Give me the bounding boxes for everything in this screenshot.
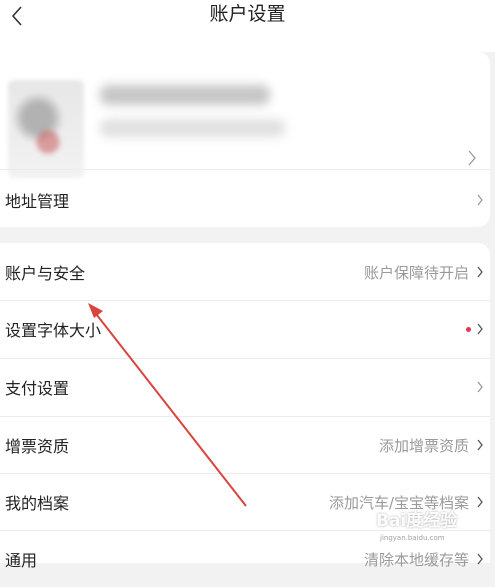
row-label: 设置字体大小	[5, 321, 102, 340]
chevron-right-icon	[468, 150, 476, 166]
chevron-right-icon	[477, 266, 483, 278]
top-bar: 账户设置	[0, 0, 495, 52]
profile-card: 地址管理	[0, 52, 490, 227]
notification-dot	[466, 326, 471, 332]
row-vat-invoice[interactable]: 增票资质 添加增票资质	[0, 417, 490, 473]
chevron-right-icon	[477, 194, 483, 206]
watermark-text: Bai度经验	[376, 511, 458, 531]
row-value: 账户保障待开启	[363, 263, 469, 282]
chevron-right-icon	[477, 381, 483, 393]
page-title: 账户设置	[209, 3, 286, 25]
row-value: 清除本地缓存等	[363, 550, 469, 569]
chevron-right-icon	[477, 323, 483, 335]
profile-subtitle	[100, 119, 285, 137]
divider	[0, 169, 490, 170]
address-management-row[interactable]: 地址管理	[0, 172, 490, 228]
chevron-right-icon	[477, 553, 483, 565]
profile-name	[100, 85, 270, 105]
watermark-logo: Bai度经验 jingyan.baidu.com	[376, 506, 466, 546]
row-label: 地址管理	[5, 192, 70, 211]
avatar	[8, 80, 84, 178]
row-font-size[interactable]: 设置字体大小	[0, 301, 490, 357]
row-label: 通用	[5, 551, 38, 570]
chevron-right-icon	[477, 439, 483, 451]
row-account-security[interactable]: 账户与安全 账户保障待开启	[0, 244, 490, 300]
row-label: 账户与安全	[5, 264, 86, 283]
row-payment-settings[interactable]: 支付设置	[0, 359, 490, 415]
watermark-url: jingyan.baidu.com	[380, 534, 445, 542]
row-label: 增票资质	[5, 437, 70, 456]
profile-row[interactable]	[0, 52, 490, 178]
row-value: 添加增票资质	[378, 436, 469, 455]
chevron-right-icon	[477, 496, 483, 508]
row-label: 支付设置	[5, 379, 70, 398]
row-label: 我的档案	[5, 494, 70, 513]
